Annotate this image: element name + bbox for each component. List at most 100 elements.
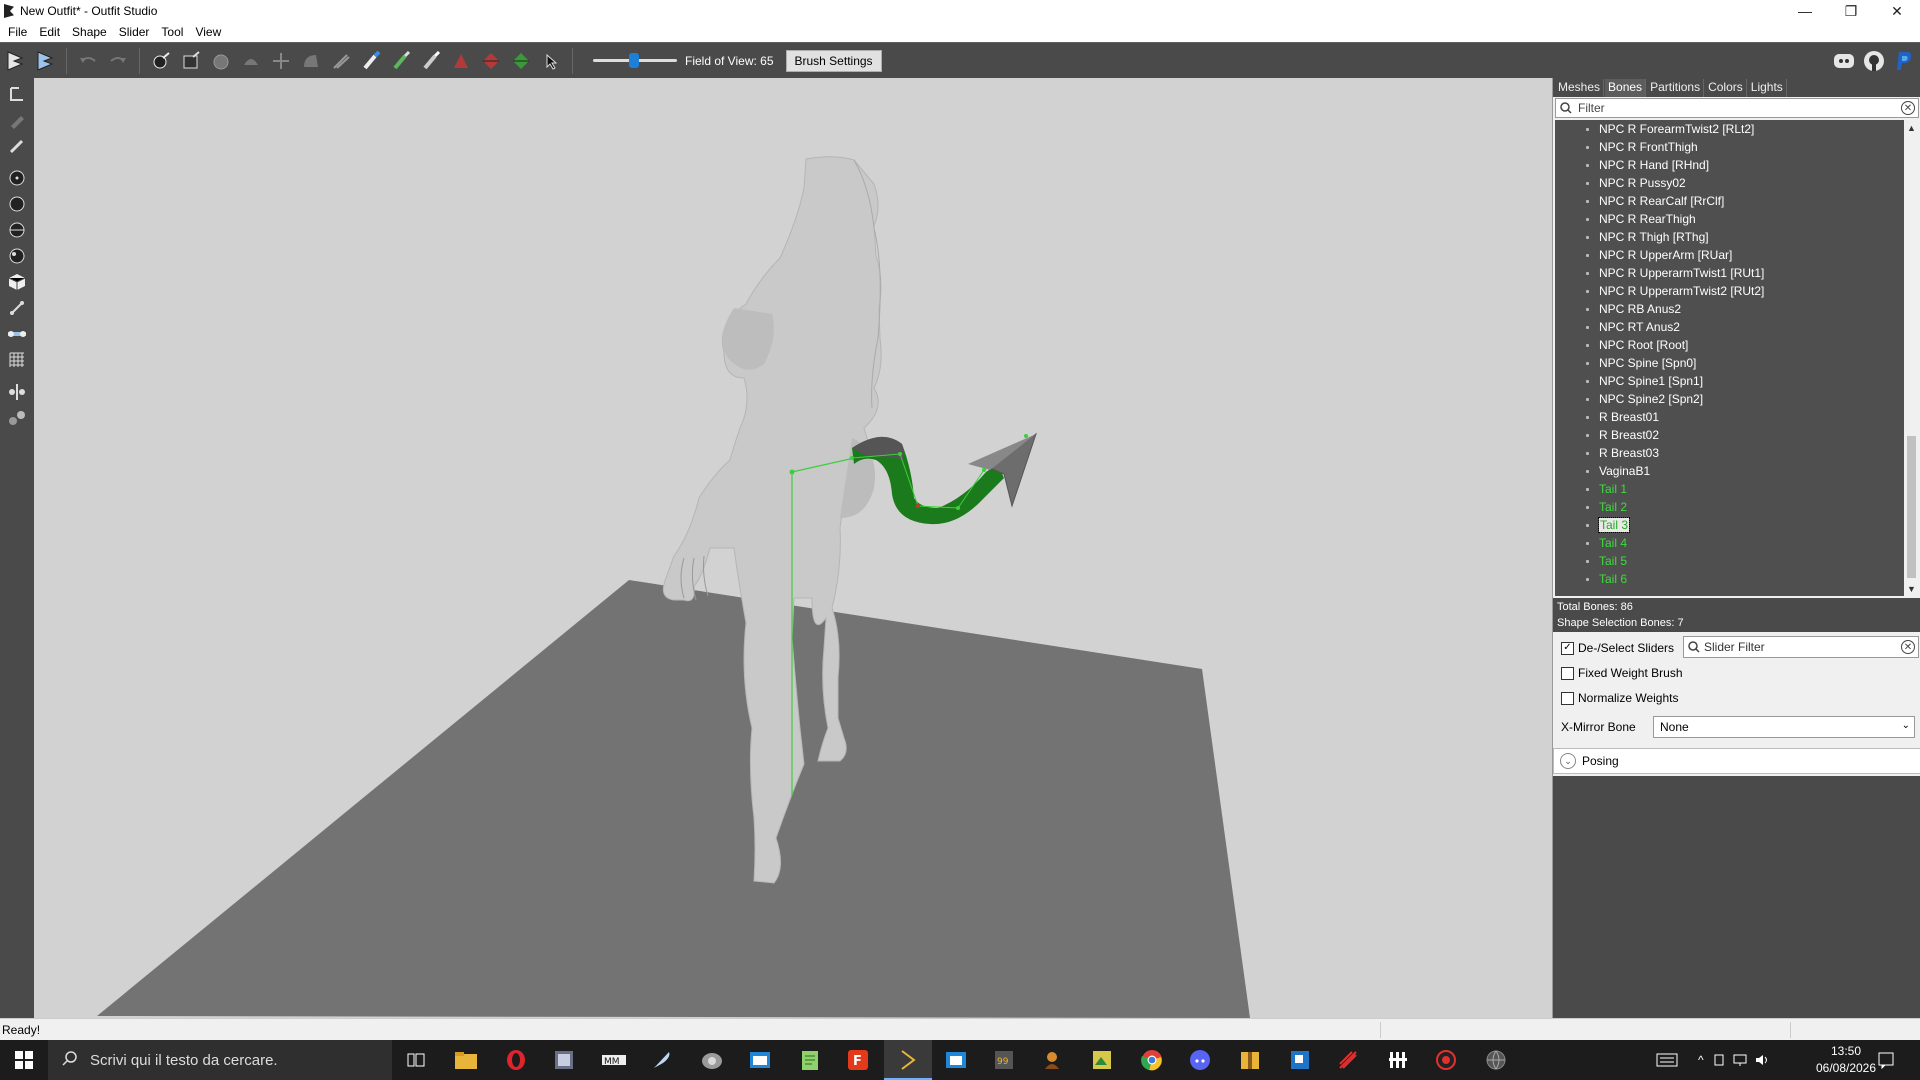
scroll-down-icon[interactable]: ▼ xyxy=(1904,581,1919,596)
bone-list-item[interactable]: NPC R UpperArm [RUar] xyxy=(1555,246,1732,264)
blue-app-icon[interactable] xyxy=(1288,1048,1312,1072)
pose-bone-icon[interactable] xyxy=(5,322,29,346)
bone-list-item[interactable]: Tail 2 xyxy=(1555,498,1627,516)
tab-bones[interactable]: Bones xyxy=(1605,79,1647,97)
taskbar-search-box[interactable]: Scrivi qui il testo da cercare. xyxy=(48,1040,392,1080)
grid-toggle-icon[interactable] xyxy=(5,348,29,372)
tab-lights[interactable]: Lights xyxy=(1748,79,1787,97)
deselect-sliders-checkbox[interactable]: ✓ xyxy=(1561,641,1574,655)
menu-shape[interactable]: Shape xyxy=(66,25,113,39)
bone-list-item[interactable]: R Breast02 xyxy=(1555,426,1659,444)
network-icon[interactable] xyxy=(1732,1053,1748,1067)
menu-view[interactable]: View xyxy=(189,25,227,39)
scroll-up-icon[interactable]: ▲ xyxy=(1904,120,1919,135)
brush-settings-button[interactable]: Brush Settings xyxy=(785,49,882,72)
inflate-brush-icon[interactable] xyxy=(209,49,233,73)
tab-partitions[interactable]: Partitions xyxy=(1647,79,1705,97)
app-window-icon[interactable] xyxy=(552,1048,576,1072)
bone-list-item[interactable]: NPC R Thigh [RThg] xyxy=(1555,228,1709,246)
viewport-scene[interactable] xyxy=(34,78,1552,1018)
close-button[interactable]: ✕ xyxy=(1874,0,1920,22)
menu-tool[interactable]: Tool xyxy=(155,25,189,39)
bone-list-item[interactable]: NPC R ForearmTwist2 [RLt2] xyxy=(1555,120,1754,138)
menu-edit[interactable]: Edit xyxy=(33,25,66,39)
minimize-button[interactable]: — xyxy=(1782,0,1828,22)
field-of-view-slider-thumb[interactable] xyxy=(629,53,639,68)
wireframe-toggle-icon[interactable] xyxy=(5,192,29,216)
field-of-view-slider[interactable] xyxy=(593,53,677,68)
bone-list-item[interactable]: NPC R Hand [RHnd] xyxy=(1555,156,1709,174)
fixed-weight-brush-checkbox[interactable] xyxy=(1561,666,1574,680)
lighting-toggle-icon[interactable] xyxy=(5,218,29,242)
bone-list-item[interactable]: Tail 6 xyxy=(1555,570,1627,588)
github-icon[interactable] xyxy=(1862,49,1886,73)
bone-list-scrollbar[interactable]: ▲ ▼ xyxy=(1904,120,1919,596)
texture-toggle-icon[interactable] xyxy=(5,244,29,268)
smooth-brush-icon[interactable] xyxy=(299,49,323,73)
bone-list-item[interactable]: VaginaB1 xyxy=(1555,462,1650,480)
character-app-icon[interactable] xyxy=(1040,1048,1064,1072)
undiff-brush-icon[interactable] xyxy=(329,49,353,73)
game-launcher-icon[interactable] xyxy=(1386,1048,1410,1072)
vertex-edit-icon[interactable] xyxy=(5,134,29,158)
red-circle-app-icon[interactable] xyxy=(1434,1048,1458,1072)
bone-list-item[interactable]: NPC Spine [Spn0] xyxy=(1555,354,1696,372)
discord-taskbar-icon[interactable] xyxy=(1188,1048,1212,1072)
bone-list-item[interactable]: NPC Root [Root] xyxy=(1555,336,1688,354)
mirror-toggle-icon[interactable] xyxy=(5,380,29,404)
bone-list-item[interactable]: NPC RT Anus2 xyxy=(1555,318,1680,336)
quill-app-icon[interactable] xyxy=(650,1048,674,1072)
slider-filter-input[interactable]: Slider Filter ✕ xyxy=(1683,636,1919,658)
bone-list-item[interactable]: NPC RB Anus2 xyxy=(1555,300,1681,318)
chrome-icon[interactable] xyxy=(1140,1048,1164,1072)
discord-icon[interactable] xyxy=(1832,49,1856,73)
bone-filter-input[interactable]: Filter ✕ xyxy=(1555,98,1919,118)
fixed-weight-brush-row[interactable]: Fixed Weight Brush xyxy=(1561,666,1683,680)
color-brush-icon[interactable] xyxy=(389,49,413,73)
bone-list-item[interactable]: NPC R UpperarmTwist2 [RUt2] xyxy=(1555,282,1764,300)
bone-list-item[interactable]: Tail 1 xyxy=(1555,480,1627,498)
bone-list-item[interactable]: NPC R UpperarmTwist1 [RUt1] xyxy=(1555,264,1764,282)
bone-list-item[interactable]: NPC R Pussy02 xyxy=(1555,174,1686,192)
windows-start-icon[interactable] xyxy=(0,1040,48,1080)
mod-manager-icon[interactable]: MM xyxy=(602,1048,626,1072)
tab-meshes[interactable]: Meshes xyxy=(1555,79,1605,97)
foxit-reader-icon[interactable]: F xyxy=(846,1048,870,1072)
vertex-points-icon[interactable] xyxy=(5,166,29,190)
clear-slider-filter-icon[interactable]: ✕ xyxy=(1901,640,1915,654)
task-view-icon[interactable] xyxy=(404,1048,428,1072)
bone-list-item[interactable]: NPC R RearCalf [RrClf] xyxy=(1555,192,1724,210)
weight-brush-icon[interactable] xyxy=(359,49,383,73)
transform-tool-icon[interactable] xyxy=(5,82,29,106)
restore-button[interactable]: ❐ xyxy=(1828,0,1874,22)
bone-list-item[interactable]: Tail 5 xyxy=(1555,552,1627,570)
show-bones-icon[interactable] xyxy=(5,296,29,320)
bone-list-item[interactable]: NPC R FrontThigh xyxy=(1555,138,1698,156)
keyboard-icon[interactable] xyxy=(1656,1053,1678,1067)
split-edge-icon[interactable] xyxy=(509,49,533,73)
image-editor-icon[interactable] xyxy=(1090,1048,1114,1072)
mask-brush-icon[interactable] xyxy=(179,49,203,73)
menu-slider[interactable]: Slider xyxy=(113,25,156,39)
bone-list-item[interactable]: Tail 4 xyxy=(1555,534,1627,552)
store-window-icon[interactable] xyxy=(944,1048,968,1072)
alpha-brush-icon[interactable] xyxy=(419,49,443,73)
redo-icon[interactable] xyxy=(106,49,130,73)
globe-app-icon[interactable] xyxy=(1484,1048,1508,1072)
notepad-icon[interactable] xyxy=(798,1048,822,1072)
bone-list-item[interactable]: NPC R RearThigh xyxy=(1555,210,1696,228)
select-brush-icon[interactable] xyxy=(149,49,173,73)
notification-icon[interactable] xyxy=(1874,1048,1898,1072)
pivot-tool-icon[interactable] xyxy=(5,108,29,132)
posing-section-header[interactable]: ⌄ Posing xyxy=(1553,748,1920,774)
blue-window-app-icon[interactable] xyxy=(748,1048,772,1072)
bone-list-item[interactable]: R Breast01 xyxy=(1555,408,1659,426)
expand-chevron-icon[interactable]: ⌄ xyxy=(1560,753,1576,769)
nifskope-icon[interactable] xyxy=(700,1048,724,1072)
bone-list-item[interactable]: R Breast03 xyxy=(1555,444,1659,462)
bone-list[interactable]: NPC R ForearmTwist2 [RLt2] NPC R FrontThi… xyxy=(1555,120,1919,596)
outfit-studio-taskbar-icon[interactable] xyxy=(896,1048,920,1072)
clear-filter-icon[interactable]: ✕ xyxy=(1901,101,1915,115)
usb-icon[interactable] xyxy=(1712,1053,1726,1067)
file-explorer-icon[interactable] xyxy=(454,1048,478,1072)
